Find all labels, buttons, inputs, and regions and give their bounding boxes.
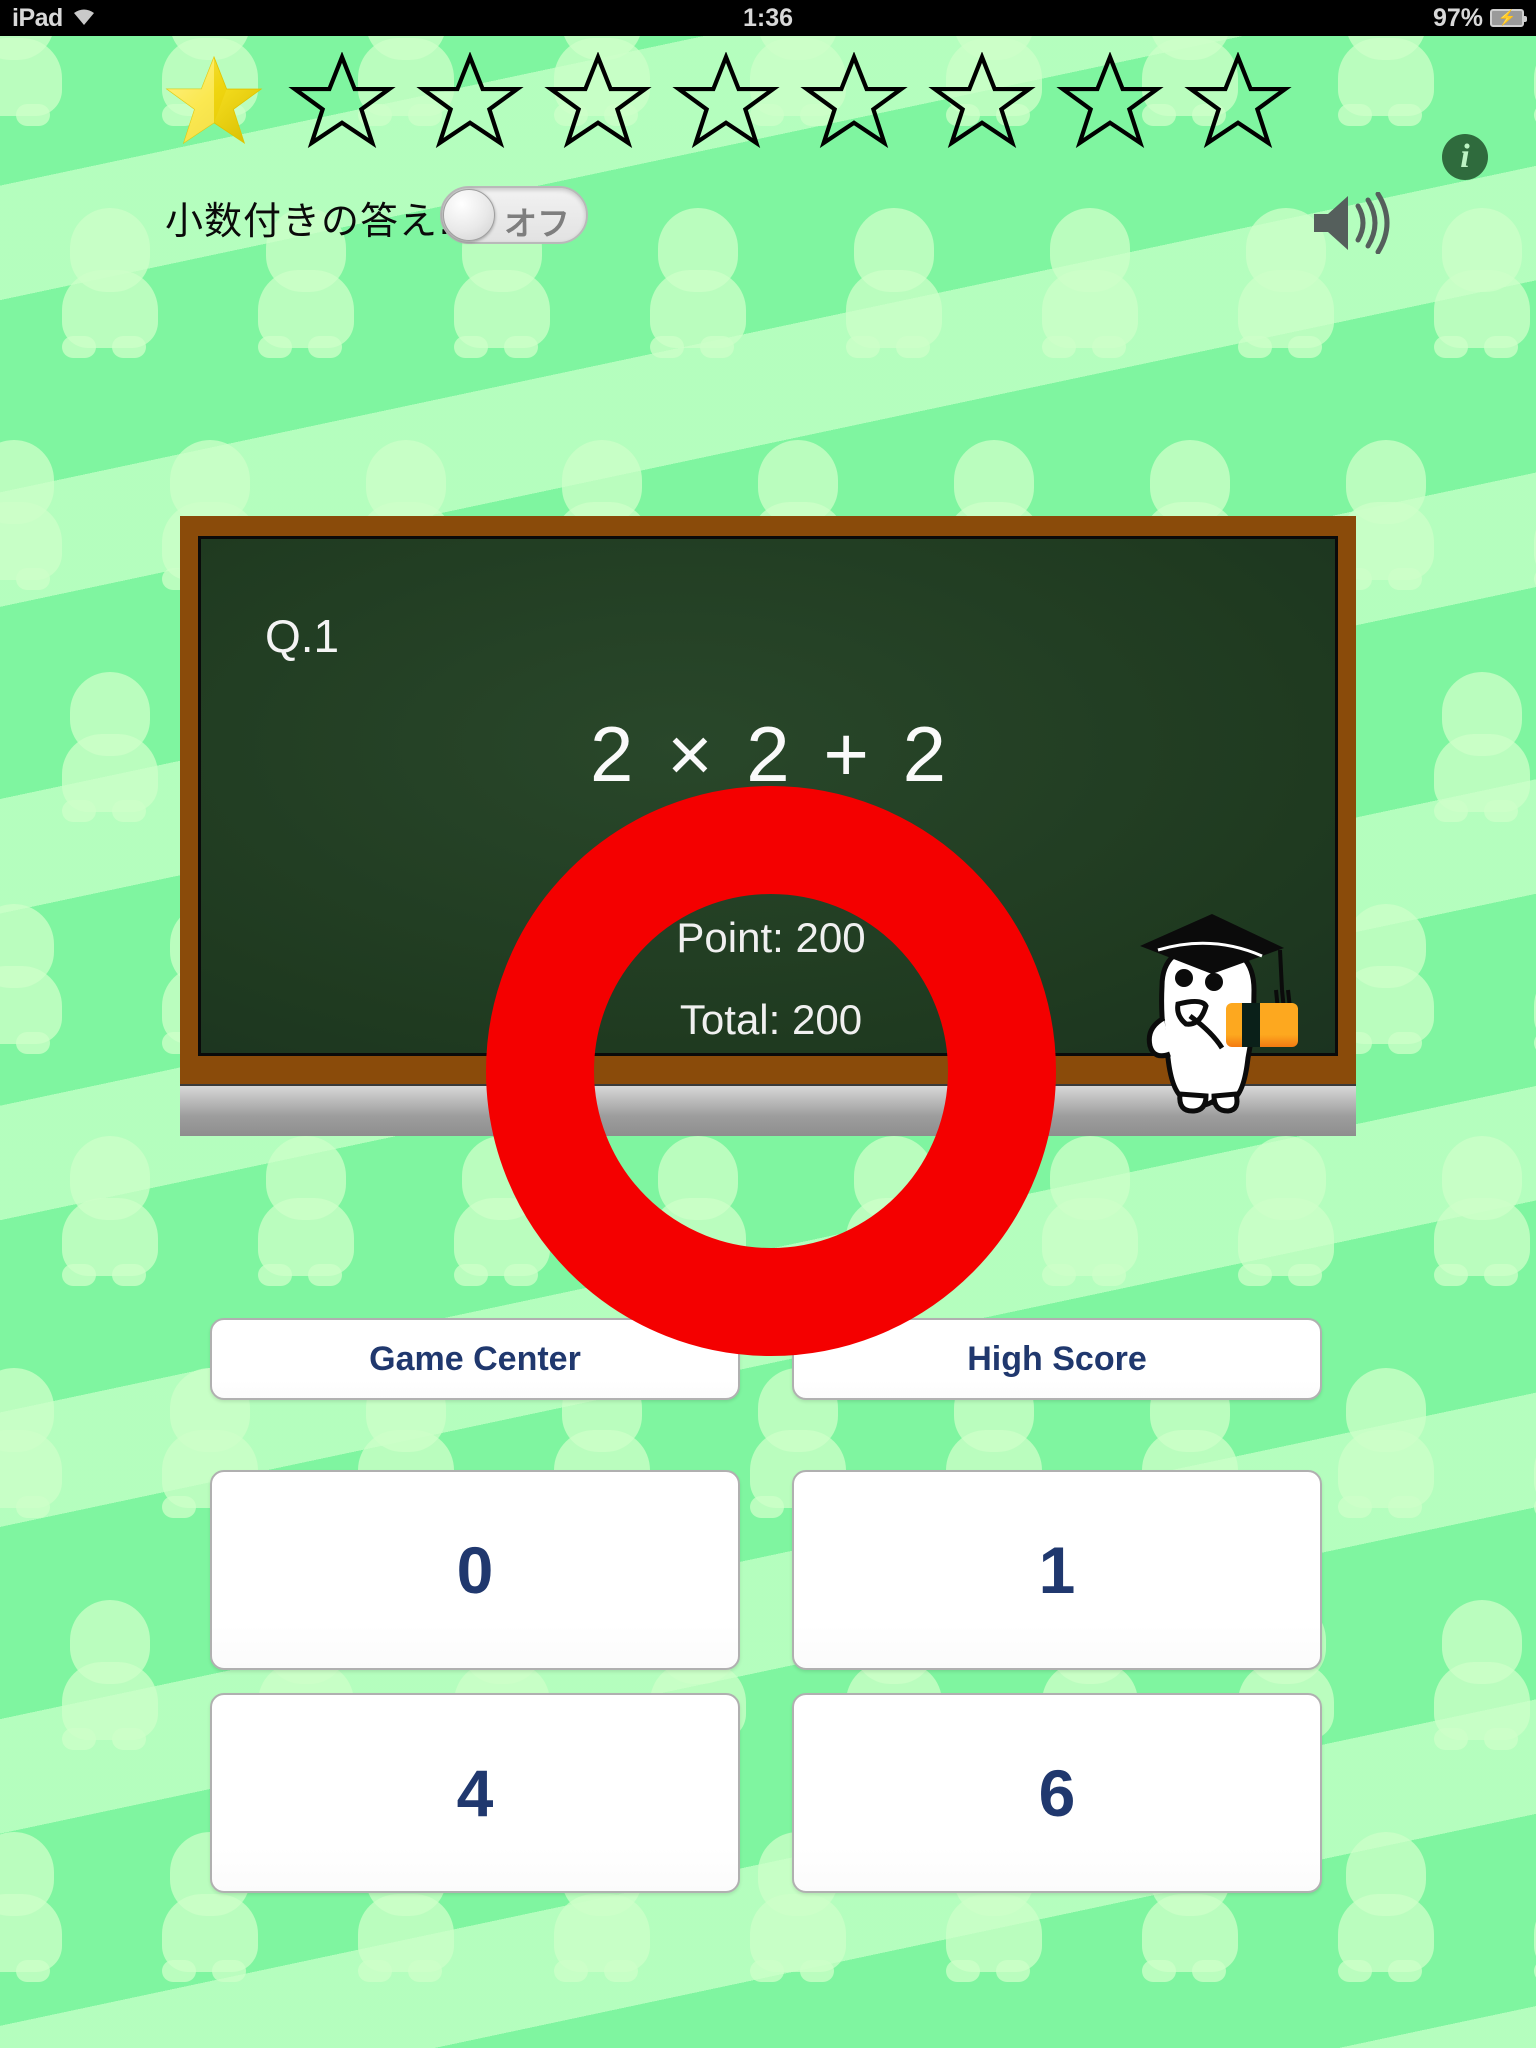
app-screen: iPad 1:36 97% ⚡ 小数付きの答え: オフ i Q.1 2 × 2 …: [0, 0, 1536, 2048]
battery-charging-icon: ⚡: [1490, 9, 1527, 27]
battery-percent-label: 97%: [1432, 3, 1483, 32]
info-icon[interactable]: i: [1442, 134, 1488, 180]
mascot-silhouette-icon: [1428, 672, 1536, 822]
speaker-on-icon[interactable]: [1310, 192, 1394, 254]
mascot-silhouette-icon: [0, 1832, 68, 1982]
mascot-silhouette-icon: [840, 1136, 948, 1286]
mascot-silhouette-icon: [56, 672, 164, 822]
mascot-silhouette-icon: [1528, 904, 1536, 1054]
eraser-band: [1242, 1003, 1260, 1047]
status-bar-right: 97% ⚡: [1432, 3, 1527, 33]
toggle-knob[interactable]: [443, 189, 495, 241]
star-empty-icon: [406, 52, 534, 148]
decimal-toggle-label: 小数付きの答え:: [165, 199, 452, 243]
star-empty-icon: [534, 52, 662, 148]
toggle-state-label: オフ: [504, 204, 570, 243]
mascot-silhouette-icon: [1332, 1832, 1440, 1982]
high-score-button[interactable]: High Score: [792, 1318, 1322, 1400]
star-empty-icon: [1174, 52, 1302, 148]
chalkboard-frame: Q.1 2 × 2 + 2 00:00:02 Point: 200 Total:…: [180, 516, 1356, 1136]
answer-button-4[interactable]: 6: [792, 1693, 1322, 1893]
mascot-silhouette-icon: [1528, 440, 1536, 590]
answer-button-3-label: 4: [456, 1756, 494, 1830]
mascot-silhouette-icon: [0, 36, 68, 126]
star-rating-row: [150, 52, 1310, 148]
mascot-silhouette-icon: [1036, 1136, 1144, 1286]
chalk-eraser-icon: [1226, 1003, 1298, 1047]
mascot-silhouette-icon: [1332, 1368, 1440, 1518]
mascot-silhouette-icon: [1528, 1832, 1536, 1982]
mascot-silhouette-icon: [0, 1368, 68, 1518]
answer-button-4-label: 6: [1038, 1756, 1076, 1830]
star-empty-icon: [918, 52, 1046, 148]
info-glyph: i: [1460, 138, 1470, 175]
star-empty-icon: [278, 52, 406, 148]
answer-button-2-label: 1: [1038, 1533, 1076, 1607]
star-empty-icon: [662, 52, 790, 148]
answer-button-1-label: 0: [456, 1533, 494, 1607]
decimal-answer-toggle[interactable]: オフ: [440, 186, 588, 244]
mascot-silhouette-icon: [1528, 1368, 1536, 1518]
game-center-button-label: Game Center: [369, 1339, 581, 1378]
game-center-button[interactable]: Game Center: [210, 1318, 740, 1400]
mascot-silhouette-icon: [1232, 1136, 1340, 1286]
answer-button-2[interactable]: 1: [792, 1470, 1322, 1670]
answer-button-1[interactable]: 0: [210, 1470, 740, 1670]
mascot-silhouette-icon: [0, 440, 68, 590]
mascot-silhouette-icon: [56, 1600, 164, 1750]
question-number-label: Q.1: [265, 610, 340, 662]
mascot-silhouette-icon: [0, 904, 68, 1054]
mascot-silhouette-icon: [1428, 1136, 1536, 1286]
answer-button-3[interactable]: 4: [210, 1693, 740, 1893]
status-bar-clock: 1:36: [742, 3, 794, 32]
star-empty-icon: [790, 52, 918, 148]
high-score-button-label: High Score: [967, 1339, 1147, 1378]
mascot-silhouette-icon: [1528, 36, 1536, 126]
charging-bolt-icon: ⚡: [1497, 9, 1517, 27]
mascot-silhouette-icon: [448, 1136, 556, 1286]
equation-text: 2 × 2 + 2: [590, 710, 952, 798]
status-bar: iPad 1:36 97% ⚡: [0, 0, 1536, 36]
timer-text: 00:00:02: [689, 834, 853, 881]
star-filled-icon: [150, 52, 278, 148]
decimal-answer-setting-row: 小数付きの答え: オフ: [0, 186, 1536, 248]
eraser-body: [1226, 1003, 1298, 1047]
mascot-silhouette-icon: [252, 1136, 360, 1286]
mascot-silhouette-icon: [644, 1136, 752, 1286]
star-empty-icon: [1046, 52, 1174, 148]
mascot-silhouette-icon: [56, 1136, 164, 1286]
mascot-silhouette-icon: [1332, 36, 1440, 126]
mascot-silhouette-icon: [1428, 1600, 1536, 1750]
